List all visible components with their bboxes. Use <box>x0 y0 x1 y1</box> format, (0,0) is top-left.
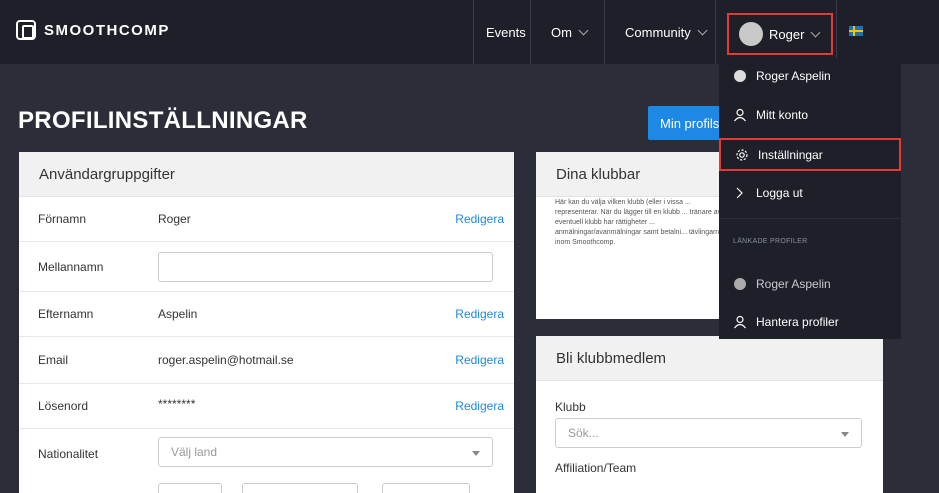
table-row: Lösenord ******** Redigera <box>19 384 514 429</box>
dropdown-item-logout[interactable]: Logga ut <box>719 175 901 211</box>
dropdown-divider <box>719 218 901 219</box>
user-details-card: Användargruppgifter Förnamn Roger Redige… <box>19 152 514 493</box>
middle-name-label: Mellannamn <box>38 259 104 274</box>
linked-profiles-heading: LÄNKADE PROFILER <box>733 238 808 245</box>
user-name: Roger <box>769 26 805 42</box>
chevron-down-icon <box>578 25 589 35</box>
join-club-card: Bli klubbmedlem Klubb Sök... Affiliation… <box>536 336 883 493</box>
table-row: Email roger.aspelin@hotmail.se Redigera <box>19 337 514 384</box>
avatar <box>739 22 763 46</box>
avatar-icon <box>733 69 747 83</box>
nav-divider <box>715 0 716 64</box>
nav-divider <box>604 0 605 64</box>
birth-year-input[interactable] <box>382 483 470 493</box>
club-search-placeholder: Sök... <box>568 426 599 440</box>
edit-last-name-link[interactable]: Redigera <box>455 307 504 321</box>
nav-divider <box>530 0 531 64</box>
first-name-value: Roger <box>158 212 191 226</box>
password-value: ******** <box>158 397 196 411</box>
nav-about[interactable]: Om <box>551 0 589 64</box>
affiliation-label: Affiliation/Team <box>555 461 637 475</box>
user-icon <box>733 108 747 122</box>
dropdown-settings-label: Inställningar <box>758 147 823 162</box>
logo-icon <box>16 20 36 40</box>
dropdown-item-settings[interactable]: Inställningar <box>719 138 901 171</box>
gear-icon <box>735 148 749 162</box>
nav-events[interactable]: Events <box>486 0 526 64</box>
birth-day-input[interactable] <box>158 483 222 493</box>
nationality-select[interactable]: Välj land <box>158 437 493 467</box>
last-name-label: Efternamn <box>38 307 94 321</box>
club-label: Klubb <box>555 400 586 414</box>
table-row: Mellannamn <box>19 242 514 292</box>
dropdown-item-account[interactable]: Mitt konto <box>719 97 901 133</box>
avatar-icon <box>733 277 747 291</box>
club-search-select[interactable]: Sök... <box>555 418 862 448</box>
dropdown-item-profile[interactable]: Roger Aspelin <box>719 58 901 94</box>
password-label: Lösenord <box>38 399 89 413</box>
table-row: Förnamn Roger Redigera <box>19 197 514 242</box>
nationality-placeholder: Välj land <box>171 445 218 459</box>
edit-email-link[interactable]: Redigera <box>455 353 504 367</box>
email-label: Email <box>38 353 69 367</box>
chevron-down-icon <box>697 25 708 35</box>
dropdown-item-linked-profile[interactable]: Roger Aspelin <box>719 266 901 302</box>
user-details-card-title: Användargruppgifter <box>19 152 514 197</box>
edit-password-link[interactable]: Redigera <box>455 399 504 413</box>
user-icon <box>733 315 747 329</box>
nav-divider <box>473 0 474 64</box>
email-value: roger.aspelin@hotmail.se <box>158 353 294 367</box>
nav-about-label: Om <box>551 24 572 40</box>
dropdown-item-manage-profiles[interactable]: Hantera profiler <box>719 304 901 340</box>
clubs-description: Här kan du välja vilken klubb (eller i v… <box>555 199 724 246</box>
last-name-value: Aspelin <box>158 307 198 321</box>
nav-community[interactable]: Community <box>625 0 708 64</box>
table-row: Efternamn Aspelin Redigera <box>19 292 514 337</box>
user-dropdown-menu: Roger Aspelin Mitt konto Inställningar L… <box>719 58 901 339</box>
chevron-right-icon <box>733 186 747 200</box>
dropdown-profile-label: Roger Aspelin <box>756 69 831 83</box>
dropdown-logout-label: Logga ut <box>756 186 803 200</box>
nav-community-label: Community <box>625 24 691 40</box>
join-club-card-title: Bli klubbmedlem <box>536 336 883 381</box>
middle-name-input[interactable] <box>158 252 493 282</box>
caret-down-icon <box>472 451 480 456</box>
birth-month-input[interactable] <box>242 483 358 493</box>
nav-events-label: Events <box>486 24 526 40</box>
logo[interactable]: SMOOTHCOMP <box>16 20 170 40</box>
nationality-label: Nationalitet <box>38 447 99 461</box>
swedish-flag-icon[interactable] <box>849 26 863 36</box>
page-title: PROFILINSTÄLLNINGAR <box>18 107 308 134</box>
user-menu-button[interactable]: Roger <box>727 13 833 55</box>
table-row: Nationalitet Välj land <box>19 429 514 479</box>
top-navigation-bar: SMOOTHCOMP Events Om Community Roger <box>0 0 939 64</box>
chevron-down-icon <box>810 27 821 37</box>
my-profile-button[interactable]: Min profilsi <box>648 106 728 140</box>
dropdown-account-label: Mitt konto <box>756 108 809 122</box>
edit-first-name-link[interactable]: Redigera <box>455 212 504 226</box>
first-name-label: Förnamn <box>38 212 87 226</box>
linked-profile-label: Roger Aspelin <box>756 277 831 291</box>
manage-profiles-label: Hantera profiler <box>756 315 839 329</box>
nav-divider <box>836 0 837 64</box>
brand-name: SMOOTHCOMP <box>44 21 170 39</box>
caret-down-icon <box>841 432 849 437</box>
